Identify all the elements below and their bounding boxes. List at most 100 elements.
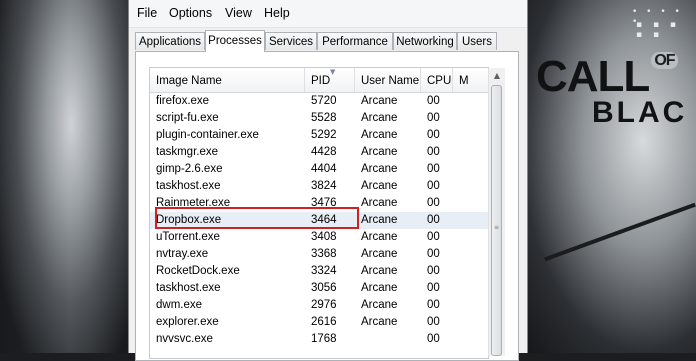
logo-line1: CALL (536, 52, 650, 101)
user-name-cell: Arcane (361, 95, 398, 107)
pid-cell: 4404 (311, 163, 337, 175)
tab-services[interactable]: Services (265, 32, 317, 50)
table-row[interactable]: plugin-container.exe 5292 Arcane 00 (150, 127, 488, 144)
vertical-scrollbar[interactable]: ▲ ≡ (488, 68, 505, 356)
cpu-cell: 00 (427, 214, 440, 226)
cpu-cell: 00 (427, 129, 440, 141)
table-row[interactable]: Rainmeter.exe 3476 Arcane 00 (150, 195, 488, 212)
pid-cell: 5528 (311, 112, 337, 124)
table-row[interactable]: explorer.exe 2616 Arcane 00 (150, 314, 488, 331)
process-name-cell: nvvsvc.exe (156, 333, 213, 345)
column-user-name[interactable]: User Name (355, 68, 421, 92)
table-row[interactable]: dwm.exe 2976 Arcane 00 (150, 297, 488, 314)
pid-cell: 3056 (311, 282, 337, 294)
cpu-cell: 00 (427, 163, 440, 175)
process-name-cell: Rainmeter.exe (156, 197, 231, 209)
user-name-cell: Arcane (361, 146, 398, 158)
cpu-cell: 00 (427, 197, 440, 209)
table-row[interactable]: Dropbox.exe 3464 Arcane 00 (150, 212, 488, 229)
tab-processes[interactable]: Processes (205, 30, 265, 52)
menu-help[interactable]: Help (264, 6, 290, 20)
user-name-cell: Arcane (361, 129, 398, 141)
table-row[interactable]: uTorrent.exe 3408 Arcane 00 (150, 229, 488, 246)
process-list[interactable]: Image Name PID ▼ User Name CPU M firefox… (149, 67, 489, 359)
cpu-cell: 00 (427, 180, 440, 192)
column-header-row: Image Name PID ▼ User Name CPU M (150, 68, 488, 93)
scroll-thumb[interactable]: ≡ (491, 85, 502, 356)
tab-users[interactable]: Users (457, 32, 497, 50)
process-name-cell: uTorrent.exe (156, 231, 220, 243)
cpu-cell: 00 (427, 299, 440, 311)
table-row[interactable]: taskhost.exe 3824 Arcane 00 (150, 178, 488, 195)
process-name-cell: dwm.exe (156, 299, 203, 311)
process-name-cell: firefox.exe (156, 95, 210, 107)
process-name-cell: explorer.exe (156, 316, 219, 328)
cpu-cell: 00 (427, 112, 440, 124)
process-name-cell: script-fu.exe (156, 112, 219, 124)
tab-networking[interactable]: Networking (393, 32, 457, 50)
tab-applications[interactable]: Applications (135, 32, 205, 50)
menu-view[interactable]: View (225, 6, 252, 20)
process-name-cell: Dropbox.exe (156, 214, 222, 226)
pid-cell: 4428 (311, 146, 337, 158)
process-name-cell: taskhost.exe (156, 180, 221, 192)
table-row[interactable]: nvtray.exe 3368 Arcane 00 (150, 246, 488, 263)
user-name-cell: Arcane (361, 163, 398, 175)
user-name-cell: Arcane (361, 265, 398, 277)
pid-cell: 1768 (311, 333, 337, 345)
cpu-cell: 00 (427, 95, 440, 107)
column-cpu[interactable]: CPU (421, 68, 453, 92)
process-name-cell: taskhost.exe (156, 282, 221, 294)
cpu-cell: 00 (427, 248, 440, 260)
pid-cell: 3408 (311, 231, 337, 243)
table-row[interactable]: gimp-2.6.exe 4404 Arcane 00 (150, 161, 488, 178)
pid-cell: 3368 (311, 248, 337, 260)
process-name-cell: plugin-container.exe (156, 129, 259, 141)
menu-options[interactable]: Options (169, 6, 212, 20)
menu-bar: File Options View Help (129, 0, 527, 28)
scroll-grip-icon: ≡ (494, 224, 500, 231)
pid-cell: 3476 (311, 197, 337, 209)
cpu-cell: 00 (427, 316, 440, 328)
pid-cell: 2976 (311, 299, 337, 311)
menu-file[interactable]: File (137, 6, 157, 20)
user-name-cell: Arcane (361, 231, 398, 243)
user-name-cell (355, 331, 421, 348)
game-logo: CALL OF BLAC (536, 52, 687, 130)
cpu-cell: 00 (427, 333, 440, 345)
pid-cell: 3464 (311, 214, 337, 226)
column-image-name[interactable]: Image Name (150, 68, 305, 92)
process-name-cell: RocketDock.exe (156, 265, 240, 277)
tab-performance[interactable]: Performance (317, 32, 393, 50)
task-manager-window: File Options View Help Applications Proc… (128, 0, 528, 361)
pid-cell: 5292 (311, 129, 337, 141)
user-name-cell: Arcane (361, 282, 398, 294)
user-name-cell: Arcane (361, 248, 398, 260)
table-row[interactable]: RocketDock.exe 3324 Arcane 00 (150, 263, 488, 280)
table-row[interactable]: taskhost.exe 3056 Arcane 00 (150, 280, 488, 297)
cpu-cell: 00 (427, 282, 440, 294)
table-row[interactable]: nvvsvc.exe 1768 00 (150, 331, 488, 348)
process-name-cell: taskmgr.exe (156, 146, 218, 158)
cpu-cell: 00 (427, 231, 440, 243)
pid-cell: 2616 (311, 316, 337, 328)
wallpaper-soldier-figure (0, 0, 130, 353)
table-row[interactable]: firefox.exe 5720 Arcane 00 (150, 93, 488, 110)
pid-cell: 5720 (311, 95, 337, 107)
user-name-cell: Arcane (361, 180, 398, 192)
table-row[interactable]: taskmgr.exe 4428 Arcane 00 (150, 144, 488, 161)
user-name-cell: Arcane (361, 112, 398, 124)
user-name-cell: Arcane (361, 214, 398, 226)
sort-descending-icon: ▼ (330, 68, 336, 76)
pid-cell: 3824 (311, 180, 337, 192)
user-name-cell: Arcane (361, 299, 398, 311)
process-name-cell: gimp-2.6.exe (156, 163, 223, 175)
logo-line2: BLAC (592, 96, 688, 129)
column-memory[interactable]: M (453, 68, 488, 92)
table-row[interactable]: script-fu.exe 5528 Arcane 00 (150, 110, 488, 127)
cpu-cell: 00 (427, 146, 440, 158)
process-name-cell: nvtray.exe (156, 248, 209, 260)
scroll-up-arrow-icon[interactable]: ▲ (489, 68, 505, 84)
user-name-cell: Arcane (361, 197, 398, 209)
user-name-cell: Arcane (361, 316, 398, 328)
